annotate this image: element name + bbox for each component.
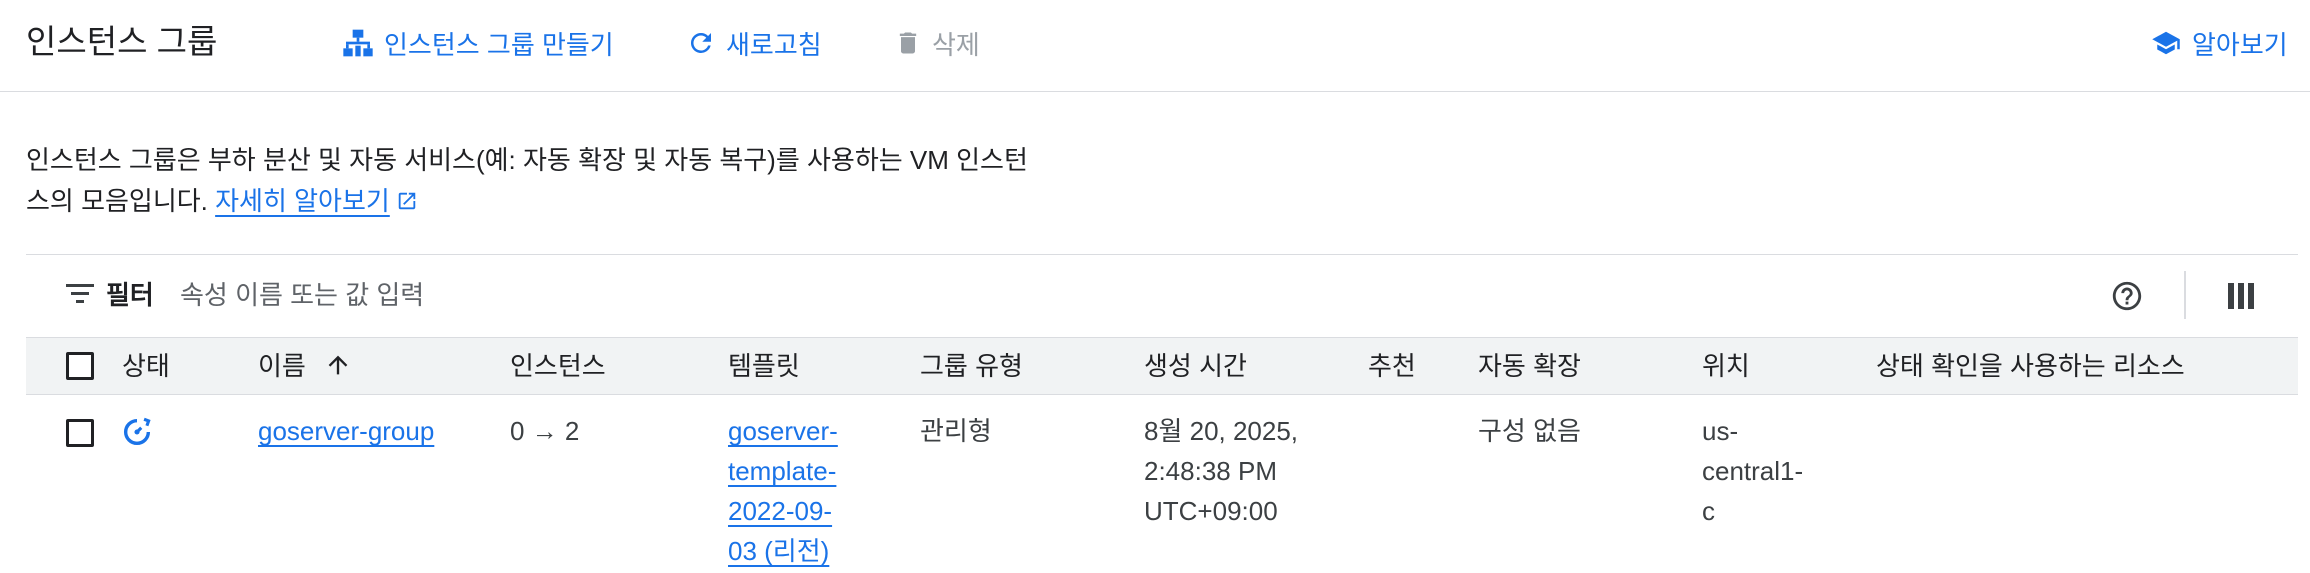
column-header-autoscaling[interactable]: 자동 확장 xyxy=(1478,348,1581,384)
column-header-status[interactable]: 상태 xyxy=(122,348,170,384)
column-header-name[interactable]: 이름 xyxy=(258,348,306,384)
instances-cell: 0 → 2 xyxy=(510,416,580,446)
learn-label: 알아보기 xyxy=(2192,29,2288,60)
arrow-up-icon[interactable] xyxy=(324,350,352,385)
page-description: 인스턴스 그룹은 부하 분산 및 자동 서비스(예: 자동 확장 및 자동 복구… xyxy=(26,140,1086,224)
created-line: UTC+09:00 xyxy=(1144,496,1278,526)
select-all-checkbox[interactable] xyxy=(66,352,94,380)
template-line: goserver- xyxy=(728,416,838,446)
school-icon xyxy=(2150,28,2182,58)
trash-icon xyxy=(894,28,922,58)
template-link[interactable]: goserver- template- 2022-09- 03 (리전) xyxy=(728,416,838,566)
filter-label: 필터 xyxy=(106,280,154,310)
external-link-icon xyxy=(396,183,418,224)
toolbar-divider xyxy=(2184,271,2186,319)
column-header-location[interactable]: 위치 xyxy=(1702,348,1750,384)
column-header-instances[interactable]: 인스턴스 xyxy=(510,348,606,384)
create-instance-group-button[interactable]: 인스턴스 그룹 만들기 xyxy=(342,22,614,64)
delete-button[interactable]: 삭제 xyxy=(894,22,980,64)
column-header-health-resources[interactable]: 상태 확인을 사용하는 리소스 xyxy=(1876,348,2185,384)
created-line: 2:48:38 PM xyxy=(1144,456,1277,486)
filter-lines-icon[interactable] xyxy=(66,283,94,310)
column-header-recommendation[interactable]: 추천 xyxy=(1368,348,1416,384)
column-display-icon[interactable] xyxy=(2228,283,2254,314)
delete-label: 삭제 xyxy=(932,29,980,60)
created-line: 8월 20, 2025, xyxy=(1144,416,1299,446)
autoscaling-cell: 구성 없음 xyxy=(1478,416,1581,446)
filter-input[interactable] xyxy=(180,277,1080,313)
create-instance-group-label: 인스턴스 그룹 만들기 xyxy=(384,29,614,60)
group-type-cell: 관리형 xyxy=(920,416,992,446)
column-header-template[interactable]: 템플릿 xyxy=(728,348,800,384)
learn-button[interactable]: 알아보기 xyxy=(2150,22,2288,64)
location-line: c xyxy=(1702,496,1715,526)
sync-status-icon xyxy=(120,415,154,460)
instance-group-add-icon xyxy=(342,27,374,59)
template-line: template- xyxy=(728,456,837,486)
location-line: us- xyxy=(1702,416,1739,446)
description-line-1: 인스턴스 그룹은 부하 분산 및 자동 서비스(예: 자동 확장 및 자동 복구… xyxy=(26,145,1028,175)
table-header: 상태 이름 인스턴스 템플릿 그룹 유형 생성 시간 추천 자동 확장 위치 상… xyxy=(26,337,2298,395)
instance-groups-table: 상태 이름 인스턴스 템플릿 그룹 유형 생성 시간 추천 자동 확장 위치 상… xyxy=(26,337,2298,573)
page-header: 인스턴스 그룹 인스턴스 그룹 만들기 새로고침 삭제 알아보기 xyxy=(0,0,2310,92)
help-circle-icon[interactable] xyxy=(2110,279,2144,318)
location-line: central1- xyxy=(1702,456,1804,486)
filter-bar: 필터 xyxy=(26,254,2298,338)
row-checkbox[interactable] xyxy=(66,419,94,447)
table-row: goserver-group 0 → 2 goserver- template-… xyxy=(26,395,2298,573)
refresh-label: 새로고침 xyxy=(726,29,822,60)
refresh-icon xyxy=(686,28,716,58)
location-cell: us- central1- c xyxy=(1702,411,1803,531)
created-cell: 8월 20, 2025, 2:48:38 PM UTC+09:00 xyxy=(1144,411,1298,531)
column-header-created[interactable]: 생성 시간 xyxy=(1144,348,1247,384)
column-header-group-type[interactable]: 그룹 유형 xyxy=(920,348,1023,384)
learn-more-link[interactable]: 자세히 알아보기 xyxy=(215,186,390,216)
group-name-link[interactable]: goserver-group xyxy=(258,416,434,446)
refresh-button[interactable]: 새로고침 xyxy=(686,22,822,64)
page-title: 인스턴스 그룹 xyxy=(26,23,218,60)
description-line-2: 스의 모음입니다. xyxy=(26,186,208,216)
template-cell: goserver- template- 2022-09- 03 (리전) xyxy=(728,411,838,571)
group-name-cell: goserver-group xyxy=(258,411,434,451)
template-line: 03 (리전) xyxy=(728,536,830,566)
template-line: 2022-09- xyxy=(728,496,833,526)
